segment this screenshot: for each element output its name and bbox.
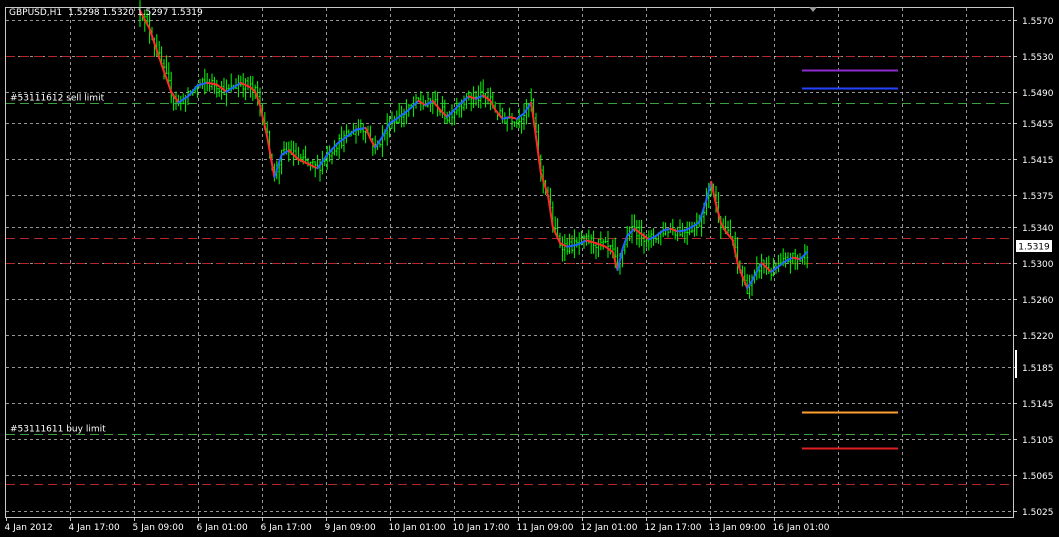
- price-tick-label: 1.5260: [1022, 296, 1054, 306]
- price-tick-label: 1.5415: [1022, 156, 1054, 166]
- current-price-label: 1.5319: [1018, 243, 1050, 253]
- symbol-timeframe: GBPUSD,H1: [9, 8, 62, 18]
- price-tick-label: 1.5105: [1022, 436, 1054, 446]
- time-tick-label: 12 Jan 17:00: [645, 523, 702, 533]
- price-tick-label: 1.5145: [1022, 400, 1054, 410]
- time-tick-label: 4 Jan 2012: [5, 523, 53, 533]
- time-tick-label: 12 Jan 01:00: [581, 523, 638, 533]
- price-tick-label: 1.5340: [1022, 224, 1054, 234]
- time-tick-label: 16 Jan 01:00: [773, 523, 830, 533]
- price-tick-label: 1.5185: [1022, 364, 1054, 374]
- right-edge-marker: [1015, 350, 1017, 378]
- price-chart[interactable]: #53111612 sell limit#53111611 buy limit …: [0, 0, 1059, 537]
- price-tick-label: 1.5490: [1022, 89, 1054, 99]
- order-label: #53111611 buy limit: [10, 425, 106, 435]
- time-tick-label: 13 Jan 09:00: [709, 523, 766, 533]
- time-tick-label: 9 Jan 09:00: [325, 523, 377, 533]
- time-tick-label: 4 Jan 17:00: [69, 523, 121, 533]
- time-tick-label: 6 Jan 01:00: [197, 523, 249, 533]
- ohlc-values: 1.5298 1.5320 1.5297 1.5319: [68, 8, 203, 18]
- price-tick-label: 1.5375: [1022, 192, 1054, 202]
- price-tick-label: 1.5455: [1022, 120, 1054, 130]
- price-tick-label: 1.5530: [1022, 53, 1054, 63]
- time-tick-label: 11 Jan 09:00: [517, 523, 574, 533]
- price-tick-label: 1.5025: [1022, 508, 1054, 518]
- time-tick-label: 5 Jan 09:00: [133, 523, 185, 533]
- price-tick-label: 1.5300: [1022, 260, 1054, 270]
- time-tick-label: 10 Jan 01:00: [389, 523, 446, 533]
- current-price-marker: 1.5319: [1016, 240, 1052, 253]
- price-tick-label: 1.5065: [1022, 472, 1054, 482]
- time-tick-label: 10 Jan 17:00: [453, 523, 510, 533]
- plot-background: [0, 0, 1059, 537]
- price-tick-label: 1.5570: [1022, 17, 1054, 27]
- price-tick-label: 1.5220: [1022, 332, 1054, 342]
- chart-header: GBPUSD,H1 1.5298 1.5320 1.5297 1.5319: [9, 8, 203, 18]
- order-label: #53111612 sell limit: [10, 94, 105, 104]
- time-tick-label: 6 Jan 17:00: [261, 523, 313, 533]
